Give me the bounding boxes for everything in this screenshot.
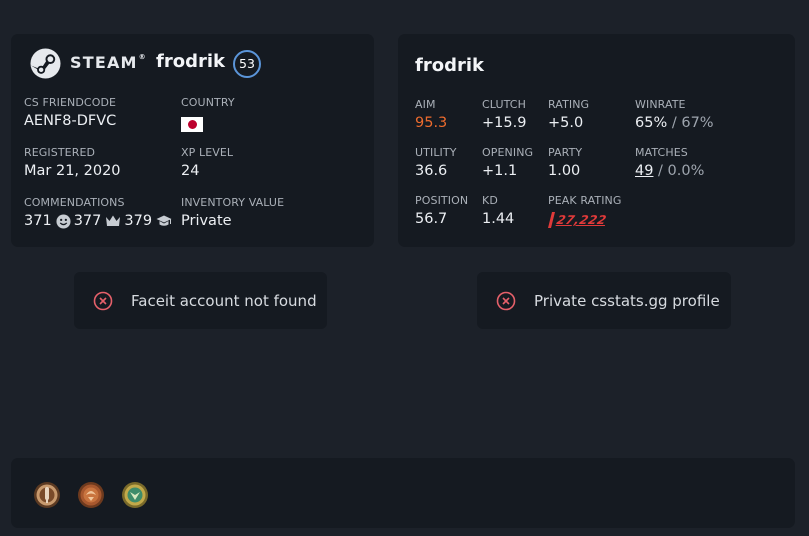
inventory-value: Private	[181, 213, 232, 229]
stat-winrate-value: 65% / 67%	[635, 115, 714, 131]
stat-aim-label: AIM	[415, 98, 436, 111]
stat-clutch-value: +15.9	[482, 115, 527, 131]
stat-winrate-label: WINRATE	[635, 98, 686, 111]
pin-coin-icon[interactable]	[121, 481, 149, 509]
steam-logo-icon	[30, 48, 61, 79]
stat-party-value: 1.00	[548, 163, 581, 179]
peak-rating-badge: 27,222	[546, 211, 608, 229]
commend-leader-count: 377	[73, 213, 102, 229]
stat-position-value: 56.7	[415, 211, 448, 227]
stat-winrate-secondary: / 67%	[667, 115, 714, 131]
commendations-label: COMMENDATIONS	[24, 196, 125, 209]
stat-utility-label: UTILITY	[415, 146, 457, 159]
registered-value: Mar 21, 2020	[24, 163, 121, 179]
csstats-username[interactable]: frodrik	[415, 55, 484, 76]
steam-username[interactable]: frodrik	[156, 51, 225, 72]
badges-card	[11, 458, 795, 528]
friendcode-value[interactable]: AENF8-DFVC	[24, 113, 116, 129]
faceit-notice: Faceit account not found	[74, 272, 327, 329]
friendcode-label: CS FRIENDCODE	[24, 96, 117, 109]
steam-level-badge: 53	[233, 50, 261, 78]
stat-kd-value: 1.44	[482, 211, 515, 227]
steam-profile-card: STEAM® frodrik 53 CS FRIENDCODE AENF8-DF…	[11, 34, 374, 247]
operation-coin-icon[interactable]	[77, 481, 105, 509]
peak-rating-value: 27,222	[555, 213, 609, 227]
stat-matches-secondary: / 0.0%	[653, 163, 705, 179]
csstats-notice: Private csstats.gg profile	[477, 272, 731, 329]
stat-rating-label: RATING	[548, 98, 590, 111]
inventory-label: INVENTORY VALUE	[181, 196, 285, 209]
stat-opening-label: OPENING	[482, 146, 534, 159]
xp-value: 24	[181, 163, 200, 179]
registered-label: REGISTERED	[24, 146, 96, 159]
stat-matches-value: 49 / 0.0%	[635, 163, 704, 179]
stat-clutch-label: CLUTCH	[482, 98, 526, 111]
country-label: COUNTRY	[181, 96, 235, 109]
xp-label: XP LEVEL	[181, 146, 234, 159]
graduation-cap-icon	[156, 215, 172, 226]
stat-rating-value: +5.0	[548, 115, 584, 131]
commend-teacher-count: 379	[124, 213, 153, 229]
stat-winrate-primary: 65%	[635, 115, 668, 131]
stat-matches-link[interactable]: 49	[635, 163, 653, 179]
stat-aim-value: 95.3	[415, 115, 448, 131]
stat-position-label: POSITION	[415, 194, 469, 207]
smiley-icon	[56, 213, 71, 229]
japan-flag-icon	[181, 117, 203, 132]
csstats-card: frodrik AIM 95.3 CLUTCH +15.9 RATING +5.…	[398, 34, 795, 247]
stat-matches-label: MATCHES	[635, 146, 688, 159]
faceit-notice-text: Faceit account not found	[131, 291, 317, 310]
crown-icon	[106, 215, 121, 226]
commend-friendly-count: 371	[24, 213, 52, 229]
stat-kd-label: KD	[482, 194, 498, 207]
error-x-icon	[93, 291, 113, 310]
stat-peak-rating-label: PEAK RATING	[548, 194, 622, 207]
commendations-row: 371 377 379	[24, 213, 175, 229]
csstats-notice-text: Private csstats.gg profile	[534, 291, 720, 310]
steam-wordmark: STEAM®	[70, 53, 147, 72]
service-medal-icon[interactable]	[33, 481, 61, 509]
stat-utility-value: 36.6	[415, 163, 448, 179]
stat-party-label: PARTY	[548, 146, 583, 159]
error-x-icon	[496, 291, 516, 310]
stat-opening-value: +1.1	[482, 163, 518, 179]
